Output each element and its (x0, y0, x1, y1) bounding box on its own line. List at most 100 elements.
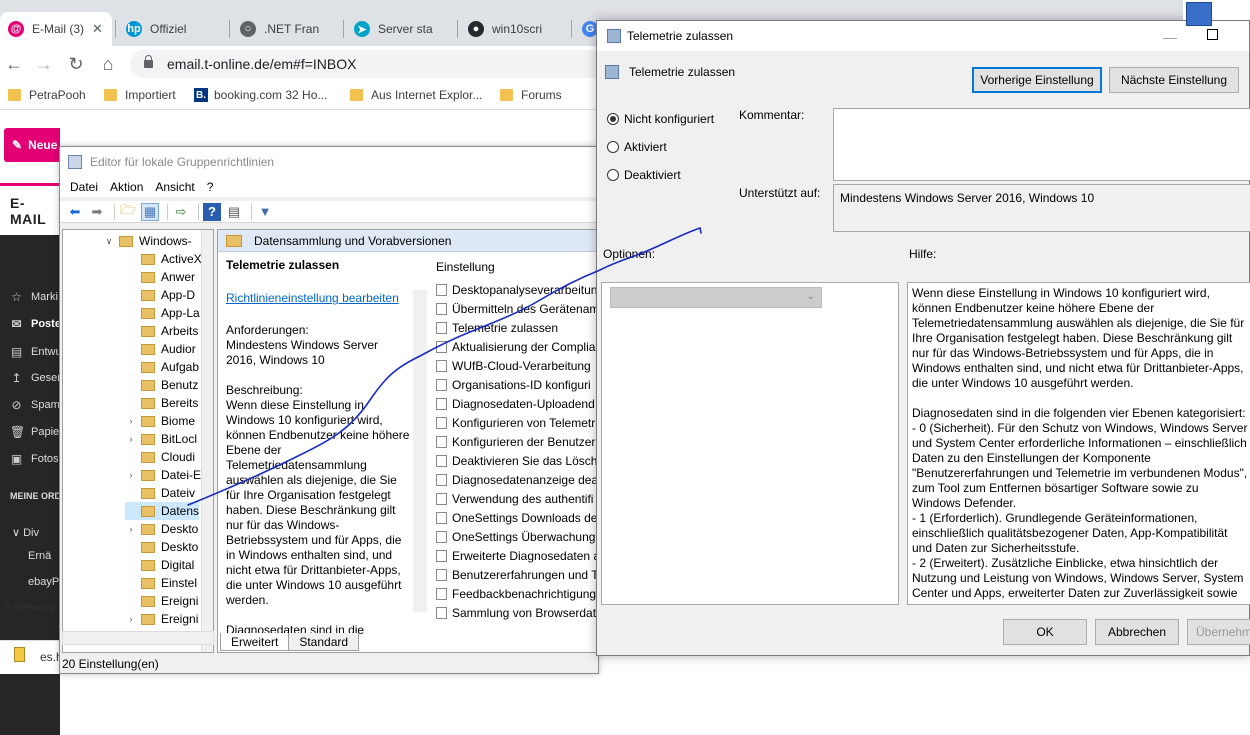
email-nav-item[interactable]: 🗑 Papie (10, 422, 59, 442)
email-nav-item[interactable]: ▤ Entwu (10, 342, 62, 362)
properties-icon[interactable]: ▤ (225, 203, 243, 221)
cancel-button[interactable]: Abbrechen (1095, 619, 1179, 645)
tree-node[interactable]: ∨ Windows- (103, 232, 192, 250)
bookmark-item[interactable]: Forums (500, 88, 562, 102)
tree-node[interactable]: Anwer (125, 268, 195, 286)
filter-icon[interactable]: ▼ (256, 203, 274, 221)
edit-policy-link[interactable]: Richtlinieneinstellung bearbeiten (226, 291, 410, 306)
tree-scrollbar[interactable] (201, 230, 213, 652)
minimize-icon[interactable]: — (1163, 29, 1177, 45)
description-scrollbar[interactable] (413, 290, 427, 612)
setting-row[interactable]: Konfigurieren der Benutzer (430, 432, 598, 451)
email-subfolder[interactable]: ∨ Div (12, 522, 39, 542)
tree-node[interactable]: Aufgab (125, 358, 199, 376)
browser-tab[interactable]: hp Offiziel (118, 12, 226, 46)
email-subfolder[interactable]: Ernä (28, 546, 51, 566)
expand-icon[interactable]: › (125, 524, 137, 534)
setting-row[interactable]: WUfB-Cloud-Verarbeitung (430, 356, 598, 375)
setting-row[interactable]: OneSettings Downloads de (430, 508, 598, 527)
email-nav-item[interactable]: ✉ Poste (10, 314, 61, 334)
bookmark-item[interactable]: PetraPooh (8, 88, 86, 102)
tree-node[interactable]: Dateiv (125, 484, 195, 502)
apply-button[interactable]: Übernehm (1187, 619, 1250, 645)
menu-aktion[interactable]: Aktion (104, 180, 149, 194)
setting-row[interactable]: Sammlung von Browserdat (430, 603, 598, 622)
desktop-app-icon[interactable] (1186, 2, 1212, 26)
tree-node[interactable]: › Ereigni (125, 610, 199, 628)
bookmark-item[interactable]: B. booking.com 32 Ho... (194, 88, 327, 102)
back-icon[interactable]: ← (2, 52, 26, 76)
tab-erweitert[interactable]: Erweitert (220, 633, 290, 651)
expand-icon[interactable]: › (125, 434, 137, 444)
expand-icon[interactable]: › (125, 614, 137, 624)
setting-row[interactable]: Erweiterte Diagnosedaten a (430, 546, 598, 565)
menu-datei[interactable]: Datei (64, 180, 104, 194)
setting-row[interactable]: OneSettings Überwachung (430, 527, 598, 546)
setting-row[interactable]: Benutzererfahrungen und T (430, 565, 598, 584)
new-mail-button[interactable]: ✎ Neue (4, 128, 60, 162)
file-icon[interactable] (14, 647, 25, 662)
browser-tab[interactable]: ➤ Server sta (346, 12, 454, 46)
expand-icon[interactable]: › (125, 470, 137, 480)
browser-tab[interactable]: ○ .NET Fran (232, 12, 340, 46)
forward-icon[interactable]: → (32, 52, 56, 76)
next-setting-button[interactable]: Nächste Einstellung (1109, 67, 1239, 93)
previous-setting-button[interactable]: Vorherige Einstellung (972, 67, 1102, 93)
menu-ansicht[interactable]: Ansicht (149, 180, 200, 194)
forward-arrow-icon[interactable]: ➡ (88, 203, 106, 221)
setting-row[interactable]: Übermitteln des Gerätenam (430, 299, 598, 318)
browser-tab[interactable]: @ E-Mail (3) ✕ (0, 12, 112, 46)
bookmark-item[interactable]: Importiert (104, 88, 176, 102)
show-tree-icon[interactable]: ▦ (141, 202, 159, 221)
help-icon[interactable]: ? (203, 202, 221, 221)
close-tab-icon[interactable]: ✕ (92, 21, 103, 37)
tree-node[interactable]: Benutz (125, 376, 198, 394)
up-folder-icon[interactable]: 🗁 (119, 202, 137, 221)
email-nav-item[interactable]: ⊘ Spam (10, 395, 59, 415)
email-nav-item[interactable]: ☆ Marki (10, 287, 58, 307)
comment-input[interactable] (833, 108, 1250, 181)
browser-tab[interactable]: ● win10scri (460, 12, 568, 46)
radio-not-configured[interactable]: Nicht konfiguriert (607, 112, 714, 126)
tree-node[interactable]: Deskto (125, 538, 198, 556)
maximize-icon[interactable] (1207, 29, 1218, 40)
tree-horizontal-scrollbar[interactable] (62, 631, 214, 645)
tree-node[interactable]: App-D (125, 286, 195, 304)
tree-node[interactable]: › Deskto (125, 520, 199, 538)
export-list-icon[interactable]: ⇨ (172, 203, 190, 221)
settings-column-header[interactable]: Einstellung (430, 254, 598, 280)
back-arrow-icon[interactable]: ⬅ (66, 203, 84, 221)
bookmark-item[interactable]: Aus Internet Explor... (350, 88, 482, 102)
tree-node[interactable]: Datens (125, 502, 200, 520)
reload-icon[interactable]: ↻ (64, 52, 88, 76)
home-icon[interactable]: ⌂ (96, 52, 120, 76)
setting-row[interactable]: Aktualisierung der Complia (430, 337, 598, 356)
ok-button[interactable]: OK (1003, 619, 1087, 645)
expand-icon[interactable]: › (125, 416, 137, 426)
setting-row[interactable]: Diagnosedatenanzeige dea (430, 470, 598, 489)
menu-help[interactable]: ? (201, 180, 220, 194)
telemetry-level-select[interactable]: ⌄ (610, 287, 822, 308)
radio-disabled[interactable]: Deaktiviert (607, 168, 681, 182)
email-nav-item[interactable]: ▣ Fotos (10, 449, 59, 469)
setting-row[interactable]: Verwendung des authentifi (430, 489, 598, 508)
tree-node[interactable]: Einstel (125, 574, 197, 592)
tree-node[interactable]: Bereits (125, 394, 198, 412)
collapse-icon[interactable]: ∨ (103, 236, 115, 247)
tree-node[interactable]: › BitLocl (125, 430, 198, 448)
tree-node[interactable]: › Datei-E (125, 466, 202, 484)
setting-row[interactable]: Telemetrie zulassen (430, 318, 598, 337)
tree-node[interactable]: Audior (125, 340, 196, 358)
tree-node[interactable]: › Biome (125, 412, 196, 430)
radio-enabled[interactable]: Aktiviert (607, 140, 667, 154)
tree-node[interactable]: ActiveX (125, 250, 202, 268)
tab-standard[interactable]: Standard (288, 633, 360, 651)
setting-row[interactable]: Organisations-ID konfiguri (430, 375, 598, 394)
setting-row[interactable]: Konfigurieren von Telemetr (430, 413, 598, 432)
tree-node[interactable]: Digital (125, 556, 194, 574)
setting-row[interactable]: Deaktivieren Sie das Lösche (430, 451, 598, 470)
tree-node[interactable]: Arbeits (125, 322, 198, 340)
email-nav-item[interactable]: ↥ Geser (10, 368, 61, 388)
tree-node[interactable]: Ereigni (125, 592, 198, 610)
tree-node[interactable]: App-La (125, 304, 200, 322)
